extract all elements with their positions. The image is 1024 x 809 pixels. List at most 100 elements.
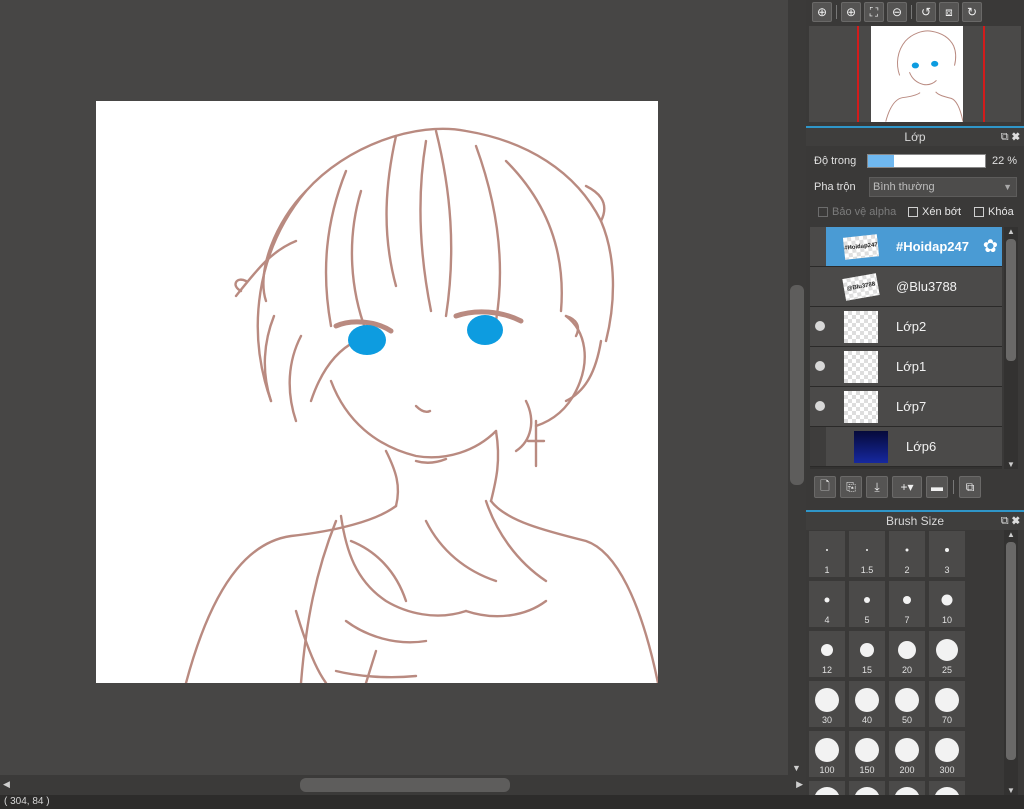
brush-size-cell[interactable]: 50	[888, 680, 926, 728]
view-bound-right	[983, 26, 985, 122]
brush-size-label: 12	[821, 665, 832, 675]
layer-list: #Hoidap247 #Hoidap247 ✿ @Blu3788 @Blu378…	[810, 227, 1002, 469]
brush-size-cell[interactable]: 1	[808, 530, 846, 578]
layer-indent	[810, 427, 826, 466]
brush-size-cell[interactable]: 20	[888, 630, 926, 678]
brush-size-cell[interactable]: 2	[888, 530, 926, 578]
undock-icon[interactable]: ⧉	[1001, 515, 1009, 527]
visibility-eye-icon[interactable]	[815, 321, 825, 331]
brush-size-cell[interactable]: 1.5	[848, 530, 886, 578]
layer-row[interactable]: Lớp7	[810, 387, 1002, 427]
layer-row[interactable]: #Hoidap247 #Hoidap247 ✿	[810, 227, 1002, 267]
zoom-in-icon[interactable]: ⊕	[841, 2, 861, 22]
layer-properties-icon[interactable]: ⧉	[959, 476, 981, 498]
undock-icon[interactable]: ⧉	[1001, 131, 1009, 143]
scroll-left-arrow-icon[interactable]: ◀	[3, 779, 10, 790]
canvas-horizontal-scrollbar[interactable]: ◀ ▶	[0, 775, 806, 795]
brush-scroll-thumb[interactable]	[1006, 542, 1016, 760]
layer-row[interactable]: Lớp2	[810, 307, 1002, 347]
gear-icon[interactable]: ✿	[983, 236, 998, 257]
brush-size-label: 5	[864, 615, 870, 625]
brush-size-label: 50	[901, 715, 912, 725]
brush-size-cell[interactable]: 10	[928, 580, 966, 628]
zoom-out-icon[interactable]: ⊖	[887, 2, 907, 22]
brush-size-cell[interactable]: 40	[848, 680, 886, 728]
brush-size-cell[interactable]: 5	[848, 580, 886, 628]
scroll-down-arrow-icon[interactable]: ▼	[792, 763, 801, 773]
brush-size-preview-dot	[935, 738, 959, 762]
brush-size-label: 70	[941, 715, 952, 725]
scroll-down-arrow-icon[interactable]: ▼	[1007, 460, 1015, 469]
scroll-up-arrow-icon[interactable]: ▲	[1007, 227, 1015, 236]
zoom-actual-icon[interactable]: ⊕	[812, 2, 832, 22]
brush-size-preview-dot	[935, 688, 959, 712]
vertical-scroll-thumb[interactable]	[790, 285, 804, 485]
brush-size-cell[interactable]	[848, 780, 886, 795]
opacity-slider[interactable]	[867, 154, 986, 168]
blend-mode-select[interactable]: Bình thường ▼	[869, 177, 1017, 197]
brush-size-scrollbar[interactable]: ▲ ▼	[1004, 530, 1018, 795]
brush-size-preview-dot	[814, 787, 840, 795]
layer-row[interactable]: @Blu3788 @Blu3788	[810, 267, 1002, 307]
layer-row[interactable]: Lớp6	[810, 427, 1002, 467]
brush-size-label: 20	[901, 665, 912, 675]
clipping-checkbox[interactable]: Xén bớt	[908, 206, 961, 218]
brush-size-cell[interactable]: 30	[808, 680, 846, 728]
layer-list-scrollbar[interactable]: ▲ ▼	[1004, 227, 1018, 469]
brush-size-cell[interactable]: 15	[848, 630, 886, 678]
canvas-workspace[interactable]	[0, 0, 788, 775]
brush-size-cell[interactable]: 4	[808, 580, 846, 628]
flip-icon[interactable]: ⧈	[939, 2, 959, 22]
brush-size-cell[interactable]: 12	[808, 630, 846, 678]
checkbox-box	[974, 207, 984, 217]
brush-size-cell[interactable]: 70	[928, 680, 966, 728]
merge-down-icon[interactable]: ⤓	[866, 476, 888, 498]
clipping-label: Xén bớt	[922, 206, 962, 218]
opacity-row: Độ trong 22 %	[806, 150, 1024, 172]
close-icon[interactable]: ✖	[1012, 515, 1020, 527]
fit-screen-icon[interactable]: ⛶	[864, 2, 884, 22]
chevron-down-icon: ▼	[1003, 182, 1012, 192]
rotate-left-icon[interactable]: ↺	[916, 2, 936, 22]
navigator-drawing-preview	[885, 30, 963, 122]
brush-size-cell[interactable]: 300	[928, 730, 966, 778]
brush-size-cell[interactable]: 25	[928, 630, 966, 678]
scroll-right-arrow-icon[interactable]: ▶	[796, 779, 803, 790]
layer-row[interactable]: Lớp1	[810, 347, 1002, 387]
brush-size-cell[interactable]	[928, 780, 966, 795]
duplicate-layer-icon[interactable]: ⎘	[840, 476, 862, 498]
brush-size-preview-dot	[945, 548, 949, 552]
scroll-down-arrow-icon[interactable]: ▼	[1007, 786, 1015, 795]
layer-name: #Hoidap247	[896, 239, 969, 254]
drawing-canvas[interactable]	[96, 101, 658, 683]
toolbar-separator	[836, 5, 837, 19]
navigator-preview[interactable]	[809, 26, 1021, 122]
new-folder-icon[interactable]: ▬	[926, 476, 948, 498]
new-layer-icon[interactable]: 🗋	[814, 476, 836, 498]
horizontal-scroll-thumb[interactable]	[300, 778, 510, 792]
visibility-eye-icon[interactable]	[815, 401, 825, 411]
visibility-eye-icon[interactable]	[815, 361, 825, 371]
navigator-thumbnail	[871, 26, 963, 122]
layer-thumbnail	[844, 311, 878, 343]
scroll-up-arrow-icon[interactable]: ▲	[1007, 530, 1015, 539]
brush-size-panel-title: Brush Size	[885, 514, 945, 528]
lock-checkbox[interactable]: Khóa	[974, 206, 1014, 218]
brush-size-cell[interactable]: 150	[848, 730, 886, 778]
brush-size-cell[interactable]: 7	[888, 580, 926, 628]
navigator-toolbar: ⊕ ⊕ ⛶ ⊖ ↺ ⧈ ↻	[806, 0, 1024, 24]
layer-toolbar: 🗋 ⎘ ⤓ +▾ ▬ ⧉	[806, 474, 1024, 500]
close-icon[interactable]: ✖	[1012, 131, 1020, 143]
canvas-vertical-scrollbar[interactable]: ▼	[788, 0, 806, 775]
brush-size-cell[interactable]	[808, 780, 846, 795]
layer-thumbnail	[844, 351, 878, 383]
brush-size-cell[interactable]: 100	[808, 730, 846, 778]
layer-scroll-thumb[interactable]	[1006, 239, 1016, 361]
view-bound-left	[857, 26, 859, 122]
brush-size-cell[interactable]	[888, 780, 926, 795]
protect-alpha-checkbox[interactable]: Bảo vệ alpha	[818, 206, 896, 218]
brush-size-cell[interactable]: 200	[888, 730, 926, 778]
rotate-right-icon[interactable]: ↻	[962, 2, 982, 22]
add-layer-menu-icon[interactable]: +▾	[892, 476, 922, 498]
brush-size-cell[interactable]: 3	[928, 530, 966, 578]
